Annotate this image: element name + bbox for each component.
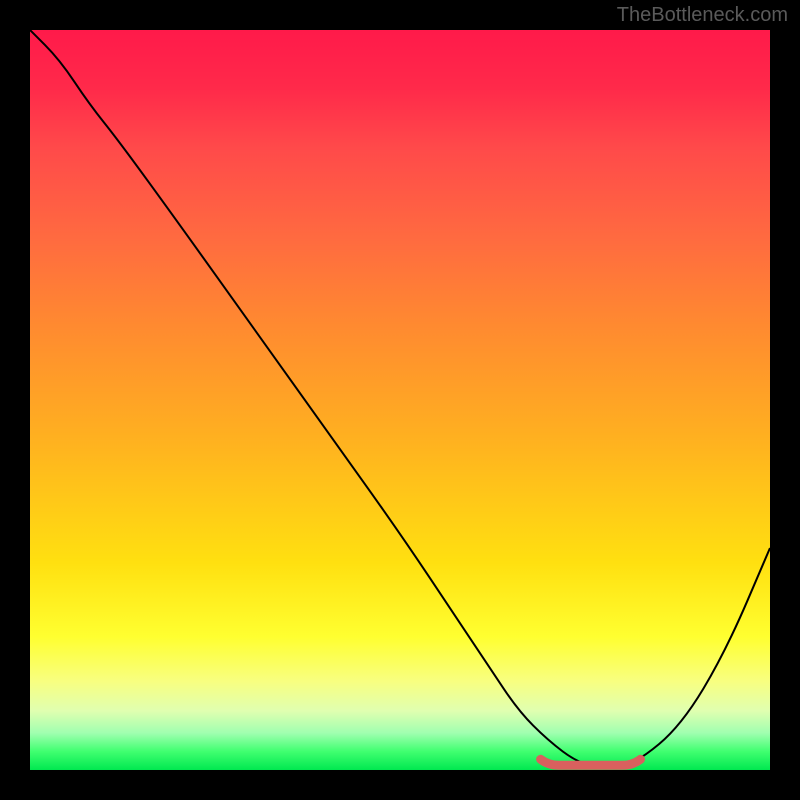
flat-marker xyxy=(541,759,641,765)
chart-svg xyxy=(30,30,770,770)
bottleneck-curve xyxy=(30,30,770,768)
plot-area xyxy=(30,30,770,770)
watermark-text: TheBottleneck.com xyxy=(617,4,788,27)
